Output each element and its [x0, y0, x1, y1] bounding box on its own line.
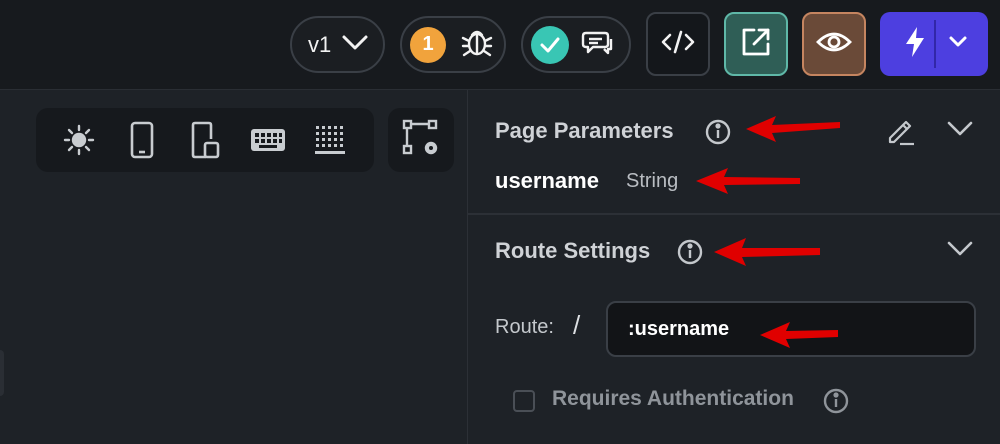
sun-icon[interactable] — [59, 120, 99, 160]
chevron-down-icon — [341, 32, 369, 58]
route-settings-title: Route Settings — [495, 238, 651, 263]
collapse-chevron-icon[interactable] — [946, 120, 974, 148]
section-divider — [468, 213, 1000, 215]
requires-auth-label: Requires Authentication — [552, 387, 794, 410]
keyboard-icon[interactable] — [248, 120, 288, 160]
route-prefix: / — [573, 310, 581, 340]
parameter-type: String — [626, 170, 679, 192]
comments-button[interactable] — [521, 16, 631, 73]
annotation-arrow — [712, 236, 824, 273]
annotation-arrow — [758, 320, 842, 355]
info-icon[interactable] — [822, 387, 850, 415]
info-icon[interactable] — [704, 118, 732, 146]
flow-settings-icon — [402, 119, 440, 162]
share-icon — [739, 25, 773, 64]
eye-icon — [816, 30, 852, 59]
info-icon[interactable] — [676, 238, 704, 266]
version-selector[interactable]: v1 — [290, 16, 385, 73]
properties-panel: Page Parameters username String Route Se… — [467, 90, 1000, 444]
issue-count-badge: 1 — [410, 26, 446, 63]
phone-icon[interactable] — [122, 120, 162, 160]
run-button-divider — [934, 20, 936, 68]
bug-icon — [460, 25, 494, 64]
collapse-chevron-icon[interactable] — [946, 240, 974, 268]
code-view-button[interactable] — [646, 12, 710, 76]
tablet-icon[interactable] — [185, 120, 225, 160]
route-input-value: :username — [628, 317, 730, 340]
grid-icon[interactable] — [311, 120, 351, 160]
preview-button[interactable] — [802, 12, 866, 76]
top-bar: v1 1 — [0, 0, 1000, 90]
code-icon — [661, 29, 695, 60]
lightning-icon — [904, 26, 926, 63]
annotation-arrow — [744, 114, 844, 149]
issues-button[interactable]: 1 — [400, 16, 506, 73]
page-parameters-title: Page Parameters — [495, 118, 674, 143]
flow-settings-button[interactable] — [388, 108, 454, 172]
annotation-arrow — [694, 166, 804, 201]
route-label: Route: — [495, 316, 554, 338]
chat-icon — [581, 27, 615, 62]
version-label: v1 — [308, 31, 332, 57]
chevron-down-icon[interactable] — [948, 35, 968, 54]
canvas-toolbar — [36, 108, 374, 172]
run-button[interactable] — [880, 12, 988, 76]
left-edge-handle[interactable] — [0, 350, 4, 396]
share-button[interactable] — [724, 12, 788, 76]
check-icon — [531, 25, 569, 64]
edit-pencil-icon[interactable] — [886, 116, 914, 146]
requires-auth-checkbox[interactable] — [513, 390, 535, 412]
parameter-name: username — [495, 168, 599, 193]
